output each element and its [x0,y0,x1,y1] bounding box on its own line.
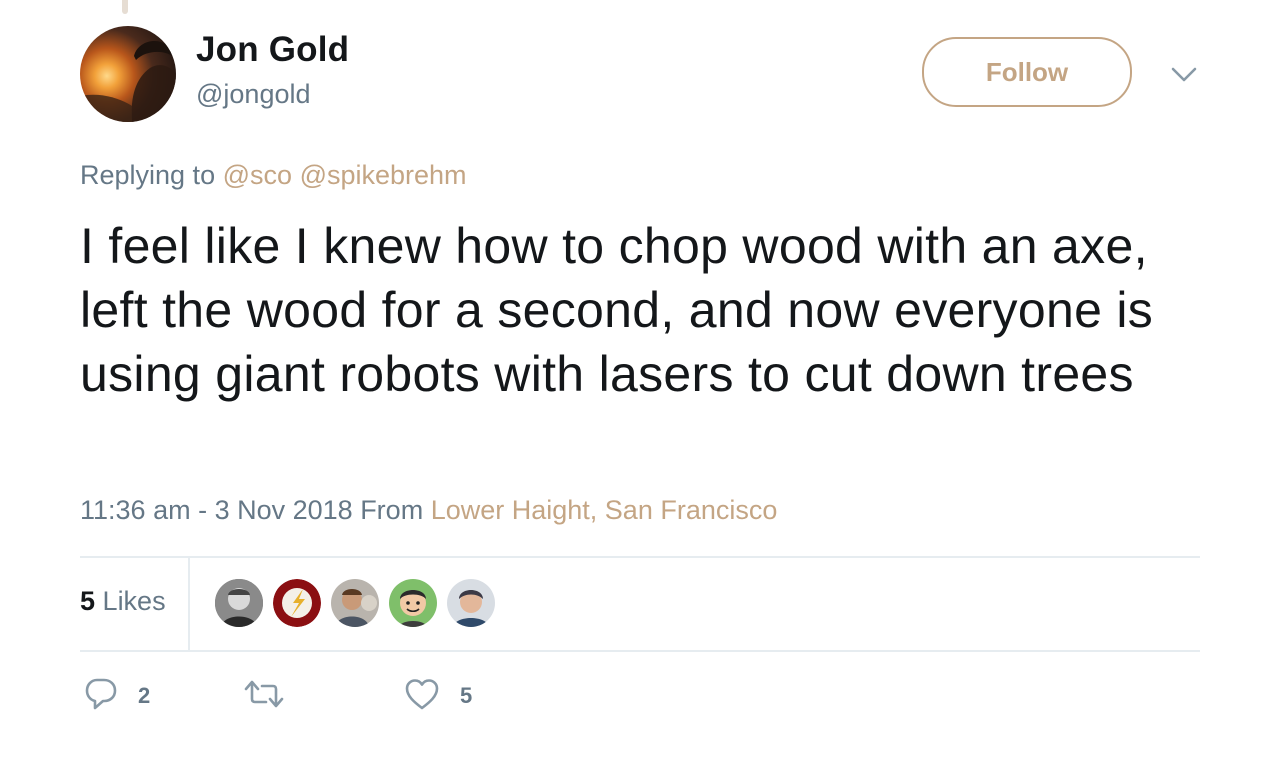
mention-link-sco[interactable]: @sco [223,160,292,190]
reply-action[interactable]: 2 [84,676,150,716]
tweet-timestamp[interactable]: 11:36 am - 3 Nov 2018 [80,495,353,525]
actions-top-divider [80,650,1200,652]
heart-icon [404,677,440,716]
follow-button[interactable]: Follow [922,37,1132,107]
retweet-action[interactable] [244,676,304,716]
liker-avatar[interactable] [446,578,496,628]
likes-stat[interactable]: 5 Likes [80,586,166,617]
like-count: 5 [460,683,473,708]
liker-avatar[interactable] [214,578,264,628]
like-action[interactable]: 5 [404,676,472,716]
likes-count: 5 [80,586,96,616]
from-label: From [360,495,424,525]
likes-label: Likes [102,586,166,616]
reply-count: 2 [138,683,151,708]
author-avatar[interactable] [80,26,176,122]
location-link[interactable]: Lower Haight, San Francisco [431,495,778,525]
replying-to-line: Replying to @sco @spikebrehm [80,160,467,191]
author-handle[interactable]: @jongold [196,79,311,110]
stats-top-divider [80,556,1200,558]
stats-column-divider [188,558,190,650]
reply-icon [84,677,118,716]
author-display-name[interactable]: Jon Gold [196,30,349,70]
tweet-text: I feel like I knew how to chop wood with… [80,218,1154,402]
replying-to-label: Replying to [80,160,216,190]
liker-avatar[interactable] [388,578,438,628]
tweet-metadata: 11:36 am - 3 Nov 2018 From Lower Haight,… [80,495,777,526]
thread-connector-line [122,0,128,14]
mention-link-spikebrehm[interactable]: @spikebrehm [300,160,467,190]
liker-avatar[interactable] [272,578,322,628]
retweet-icon [244,677,284,716]
chevron-down-icon[interactable] [1168,60,1200,88]
liker-avatar[interactable] [330,578,380,628]
